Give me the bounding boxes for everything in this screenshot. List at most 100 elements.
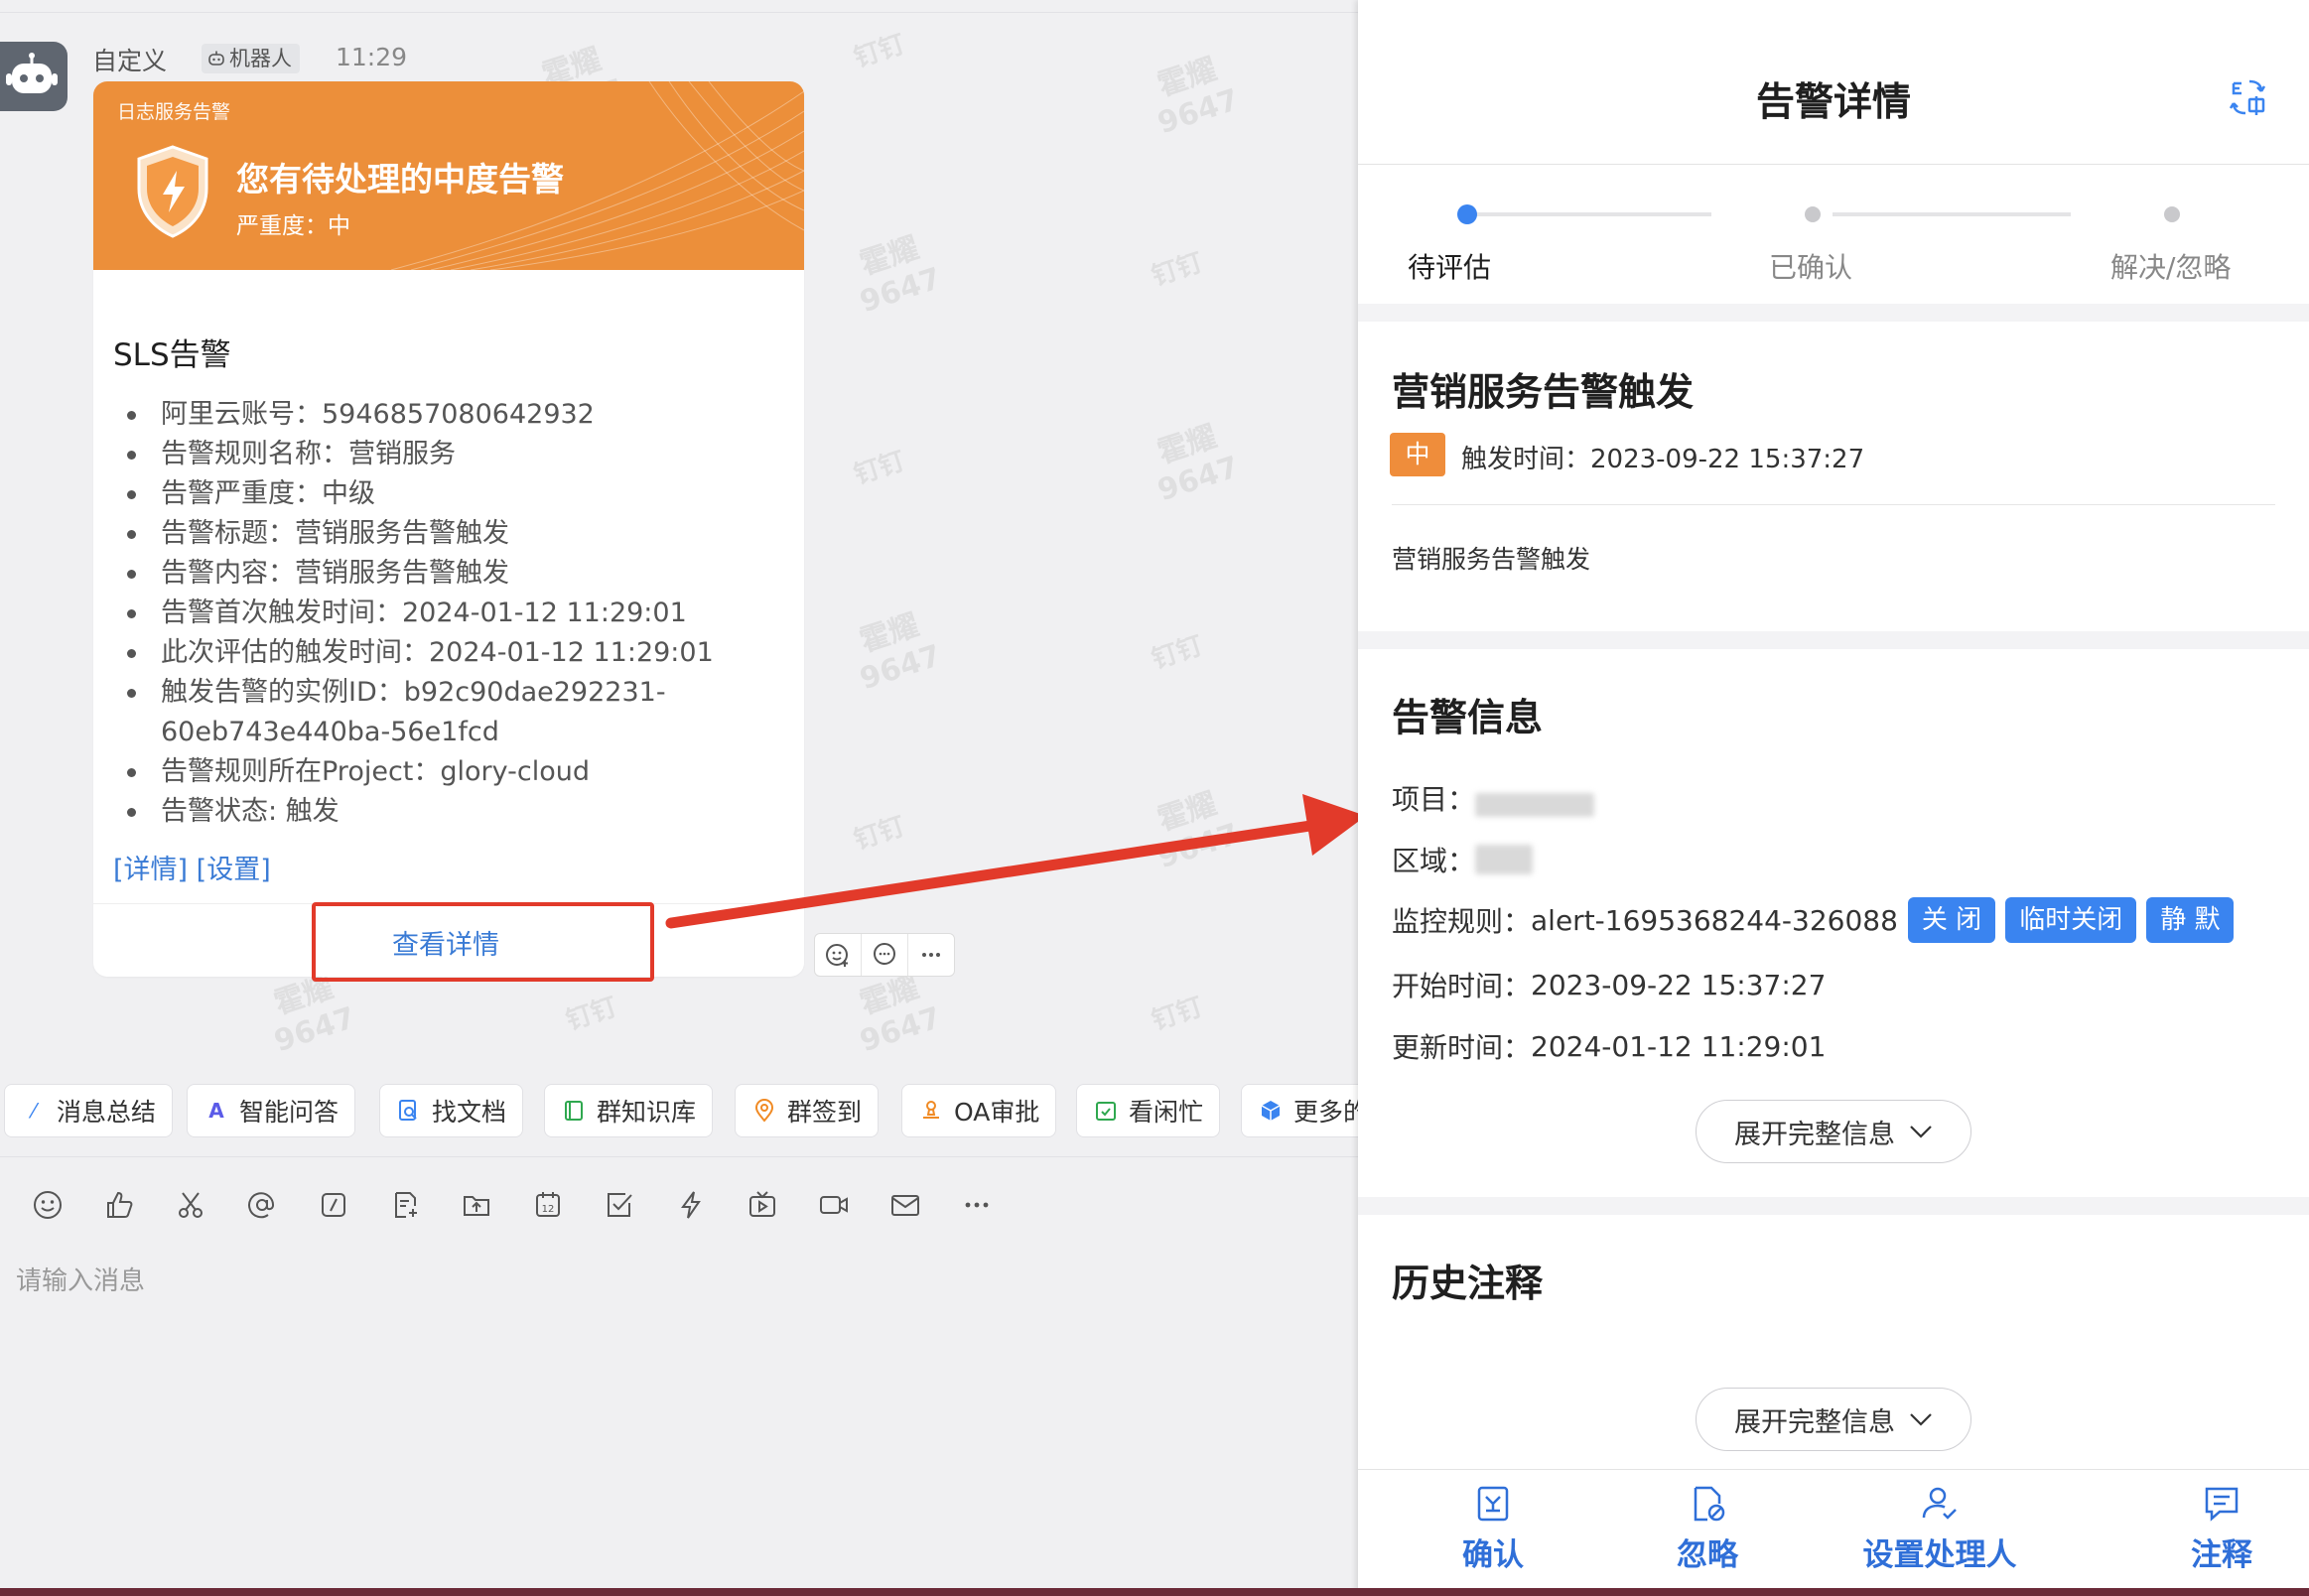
set-handler-button[interactable]: 设置处理人	[1850, 1470, 2029, 1596]
step-resolved-label: 解决/忽略	[2110, 251, 2232, 284]
quick-action-more[interactable]: 更多的	[1241, 1084, 1358, 1137]
alert-detail-list: 阿里云账号：5946857080642932 告警规则名称：营销服务 告警严重度…	[113, 395, 748, 832]
project-row: 项目：	[1392, 778, 1595, 818]
svg-text:12: 12	[542, 1204, 555, 1215]
step-pending-label: 待评估	[1408, 251, 1492, 284]
card-links: [详情] [设置]	[113, 848, 271, 886]
watermark: 霍耀9647	[856, 970, 946, 1060]
more-icon[interactable]	[941, 1185, 1013, 1225]
expand-label: 展开完整信息	[1734, 1119, 1895, 1150]
section-gap	[1358, 631, 2309, 649]
step-connector	[1833, 212, 2071, 216]
new-doc-icon[interactable]	[369, 1185, 441, 1225]
expand-history-button[interactable]: 展开完整信息	[1696, 1388, 1971, 1451]
quick-action-checkin[interactable]: 群签到	[735, 1084, 880, 1137]
quick-action-oa[interactable]: OA审批	[901, 1084, 1057, 1137]
project-label: 项目：	[1392, 783, 1476, 816]
mention-icon[interactable]	[226, 1185, 298, 1225]
ignore-doc-icon	[1694, 1486, 1725, 1522]
reply-bubble-icon[interactable]	[862, 934, 908, 976]
robot-icon	[6, 53, 58, 93]
alert-description: 营销服务告警触发	[1392, 545, 1591, 574]
step-dot	[1805, 206, 1821, 222]
confirm-label: 确认	[1462, 1537, 1524, 1573]
detail-header: 告警详情	[1358, 0, 2309, 165]
bottom-action-bar: 确认 忽略 设置处理人 注释	[1358, 1469, 2309, 1596]
mute-button[interactable]: 静 默	[2146, 897, 2235, 943]
more-icon[interactable]	[908, 934, 954, 976]
confirm-button[interactable]: 确认	[1433, 1470, 1553, 1596]
step-dot	[2164, 206, 2180, 222]
hero-severity: 严重度：中	[236, 213, 350, 239]
emoji-react-icon[interactable]	[815, 934, 862, 976]
expand-info-button[interactable]: 展开完整信息	[1696, 1100, 1971, 1163]
sender-name[interactable]: 自定义	[92, 42, 167, 77]
section-gap	[1358, 1197, 2309, 1215]
mail-icon[interactable]	[870, 1185, 941, 1225]
ai-assistant-icon: A	[208, 1099, 224, 1123]
severity-badge: 中	[1390, 433, 1445, 476]
quick-action-availability[interactable]: 看闲忙	[1076, 1084, 1221, 1137]
annotate-button[interactable]: 注释	[2172, 1470, 2271, 1596]
scissors-icon[interactable]	[155, 1185, 226, 1225]
slash-command-icon[interactable]	[298, 1185, 369, 1225]
live-video-icon[interactable]	[727, 1185, 798, 1225]
watermark: 钉钉	[1148, 992, 1207, 1037]
quick-action-qa[interactable]: A 智能问答	[187, 1084, 356, 1137]
status-steps: 待评估 已确认 解决/忽略	[1358, 165, 2309, 304]
message-input[interactable]	[16, 1266, 1306, 1296]
thumbs-up-icon[interactable]	[83, 1185, 155, 1225]
card-hero: 日志服务告警 您有待处理的中度告警 严重度：中	[93, 81, 804, 270]
detail-link[interactable]: [详情]	[113, 855, 188, 885]
list-item: 触发告警的实例ID：b92c90dae292231-60eb743e440ba-…	[113, 673, 748, 752]
redacted-region	[1475, 845, 1534, 874]
lightning-icon[interactable]	[655, 1185, 727, 1225]
watermark: 钉钉	[1148, 630, 1207, 676]
user-check-icon	[1922, 1487, 1957, 1520]
watermark: 钉钉	[1148, 247, 1207, 293]
book-icon	[561, 1098, 587, 1124]
alert-card: 日志服务告警 您有待处理的中度告警 严重度：中 SLS告警 阿里云账号：5946…	[93, 81, 804, 977]
quick-action-summary[interactable]: ⁄ 消息总结	[4, 1084, 174, 1137]
emoji-icon[interactable]	[12, 1185, 83, 1225]
language-switch-icon[interactable]	[2228, 75, 2267, 119]
watermark: 钉钉	[850, 29, 909, 74]
watermark: 钉钉	[850, 446, 909, 491]
ignore-button[interactable]: 忽略	[1648, 1470, 1767, 1596]
quick-action-knowledge[interactable]: 群知识库	[544, 1084, 714, 1137]
calendar-icon[interactable]: 12	[512, 1185, 584, 1225]
region-label: 区域：	[1392, 845, 1476, 877]
location-pin-icon	[751, 1098, 777, 1124]
temp-close-button[interactable]: 临时关闭	[2005, 897, 2137, 943]
rule-label: 监控规则：	[1392, 905, 1532, 938]
list-item: 告警标题：营销服务告警触发	[113, 514, 748, 554]
list-item: 告警内容：营销服务告警触发	[113, 554, 748, 594]
confirm-icon	[1477, 1486, 1509, 1522]
bot-avatar[interactable]	[0, 42, 68, 111]
video-call-icon[interactable]	[798, 1185, 870, 1225]
rule-row: 监控规则： alert-1695368244-326088 关 闭 临时关闭 静…	[1392, 897, 2235, 943]
redacted-project	[1475, 793, 1595, 817]
close-rule-button[interactable]: 关 闭	[1907, 897, 1996, 943]
cube-icon	[1258, 1098, 1284, 1124]
watermark: 霍耀9647	[1154, 419, 1244, 509]
bot-tag: 机器人	[202, 44, 300, 73]
window-bottom-edge	[0, 1588, 2309, 1596]
doc-search-icon	[396, 1098, 422, 1124]
input-toolbar: 12	[12, 1185, 1013, 1225]
quick-action-find-doc[interactable]: 找文档	[379, 1084, 524, 1137]
upload-folder-icon[interactable]	[441, 1185, 512, 1225]
start-time-row: 开始时间： 2023-09-22 15:37:27	[1392, 965, 1826, 1004]
highlight-box	[312, 902, 654, 982]
step-connector	[1471, 212, 1711, 216]
alert-detail-panel: 告警详情 待评估 已确认 解决/忽略 营销服务告警触发 中 触发时间：2023-…	[1358, 0, 2309, 1596]
task-check-icon[interactable]	[584, 1185, 655, 1225]
annotate-label: 注释	[2191, 1537, 2252, 1573]
list-item: 告警状态: 触发	[113, 792, 748, 832]
alert-info-title: 告警信息	[1392, 696, 1544, 739]
divider	[1392, 504, 2275, 505]
history-title: 历史注释	[1392, 1262, 1544, 1305]
settings-link[interactable]: [设置]	[197, 855, 271, 885]
list-item: 阿里云账号：5946857080642932	[113, 395, 748, 435]
rule-value[interactable]: alert-1695368244-326088	[1531, 904, 1898, 937]
